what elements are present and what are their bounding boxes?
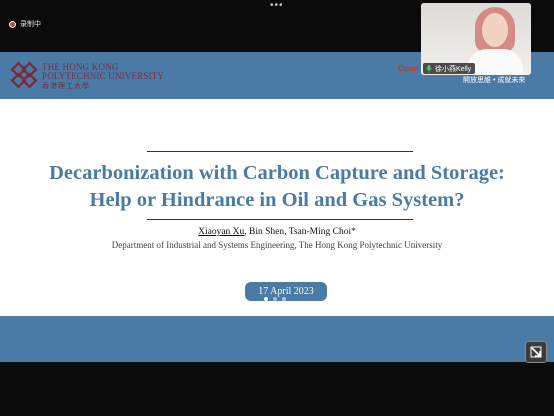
recording-indicator: 录制中 bbox=[9, 19, 41, 29]
expand-icon bbox=[530, 346, 542, 358]
university-name-zh: 香港理工大學 bbox=[42, 83, 90, 90]
recording-label: 录制中 bbox=[20, 21, 41, 28]
date-badge: 17 April 2023 bbox=[245, 282, 327, 301]
slide-pager[interactable] bbox=[264, 297, 286, 301]
title-rule-bottom bbox=[147, 219, 413, 220]
presenting-author: Xiaoyan Xu bbox=[198, 227, 245, 237]
participant-body bbox=[467, 49, 523, 75]
pager-dot-1[interactable] bbox=[264, 297, 268, 301]
mic-icon bbox=[426, 64, 432, 73]
slide-footer-band bbox=[0, 316, 554, 362]
title-rule-top bbox=[147, 151, 413, 152]
record-icon bbox=[9, 20, 16, 28]
slogan-open: Open bbox=[398, 64, 419, 73]
co-authors: , Bin Shen, Tsan-Ming Choi* bbox=[244, 227, 356, 237]
authors: Xiaoyan Xu, Bin Shen, Tsan-Ming Choi* bbox=[0, 227, 554, 237]
participant-name: 徐小燕Kelly bbox=[435, 65, 472, 73]
slogan-subtext: 開放思維 • 成就未來 bbox=[463, 77, 526, 84]
university-name-line2: Polytechnic University bbox=[42, 71, 165, 81]
participant-face bbox=[482, 13, 508, 47]
shared-slide: The Hong Kong Polytechnic University 香港理… bbox=[0, 52, 554, 362]
affiliation: Department of Industrial and Systems Eng… bbox=[111, 240, 443, 250]
slide-title-line2: Help or Hindrance in Oil and Gas System? bbox=[89, 189, 465, 211]
pager-dot-2[interactable] bbox=[273, 297, 277, 301]
polyu-logo-icon bbox=[10, 61, 38, 89]
slide-title-line1: Decarbonization with Carbon Capture and … bbox=[49, 162, 505, 184]
expand-button[interactable] bbox=[525, 341, 547, 363]
slide-title: Decarbonization with Carbon Capture and … bbox=[0, 160, 554, 214]
more-options-icon[interactable]: ••• bbox=[270, 1, 284, 11]
participant-name-tag: 徐小燕Kelly bbox=[423, 63, 476, 74]
pager-dot-3[interactable] bbox=[282, 297, 286, 301]
